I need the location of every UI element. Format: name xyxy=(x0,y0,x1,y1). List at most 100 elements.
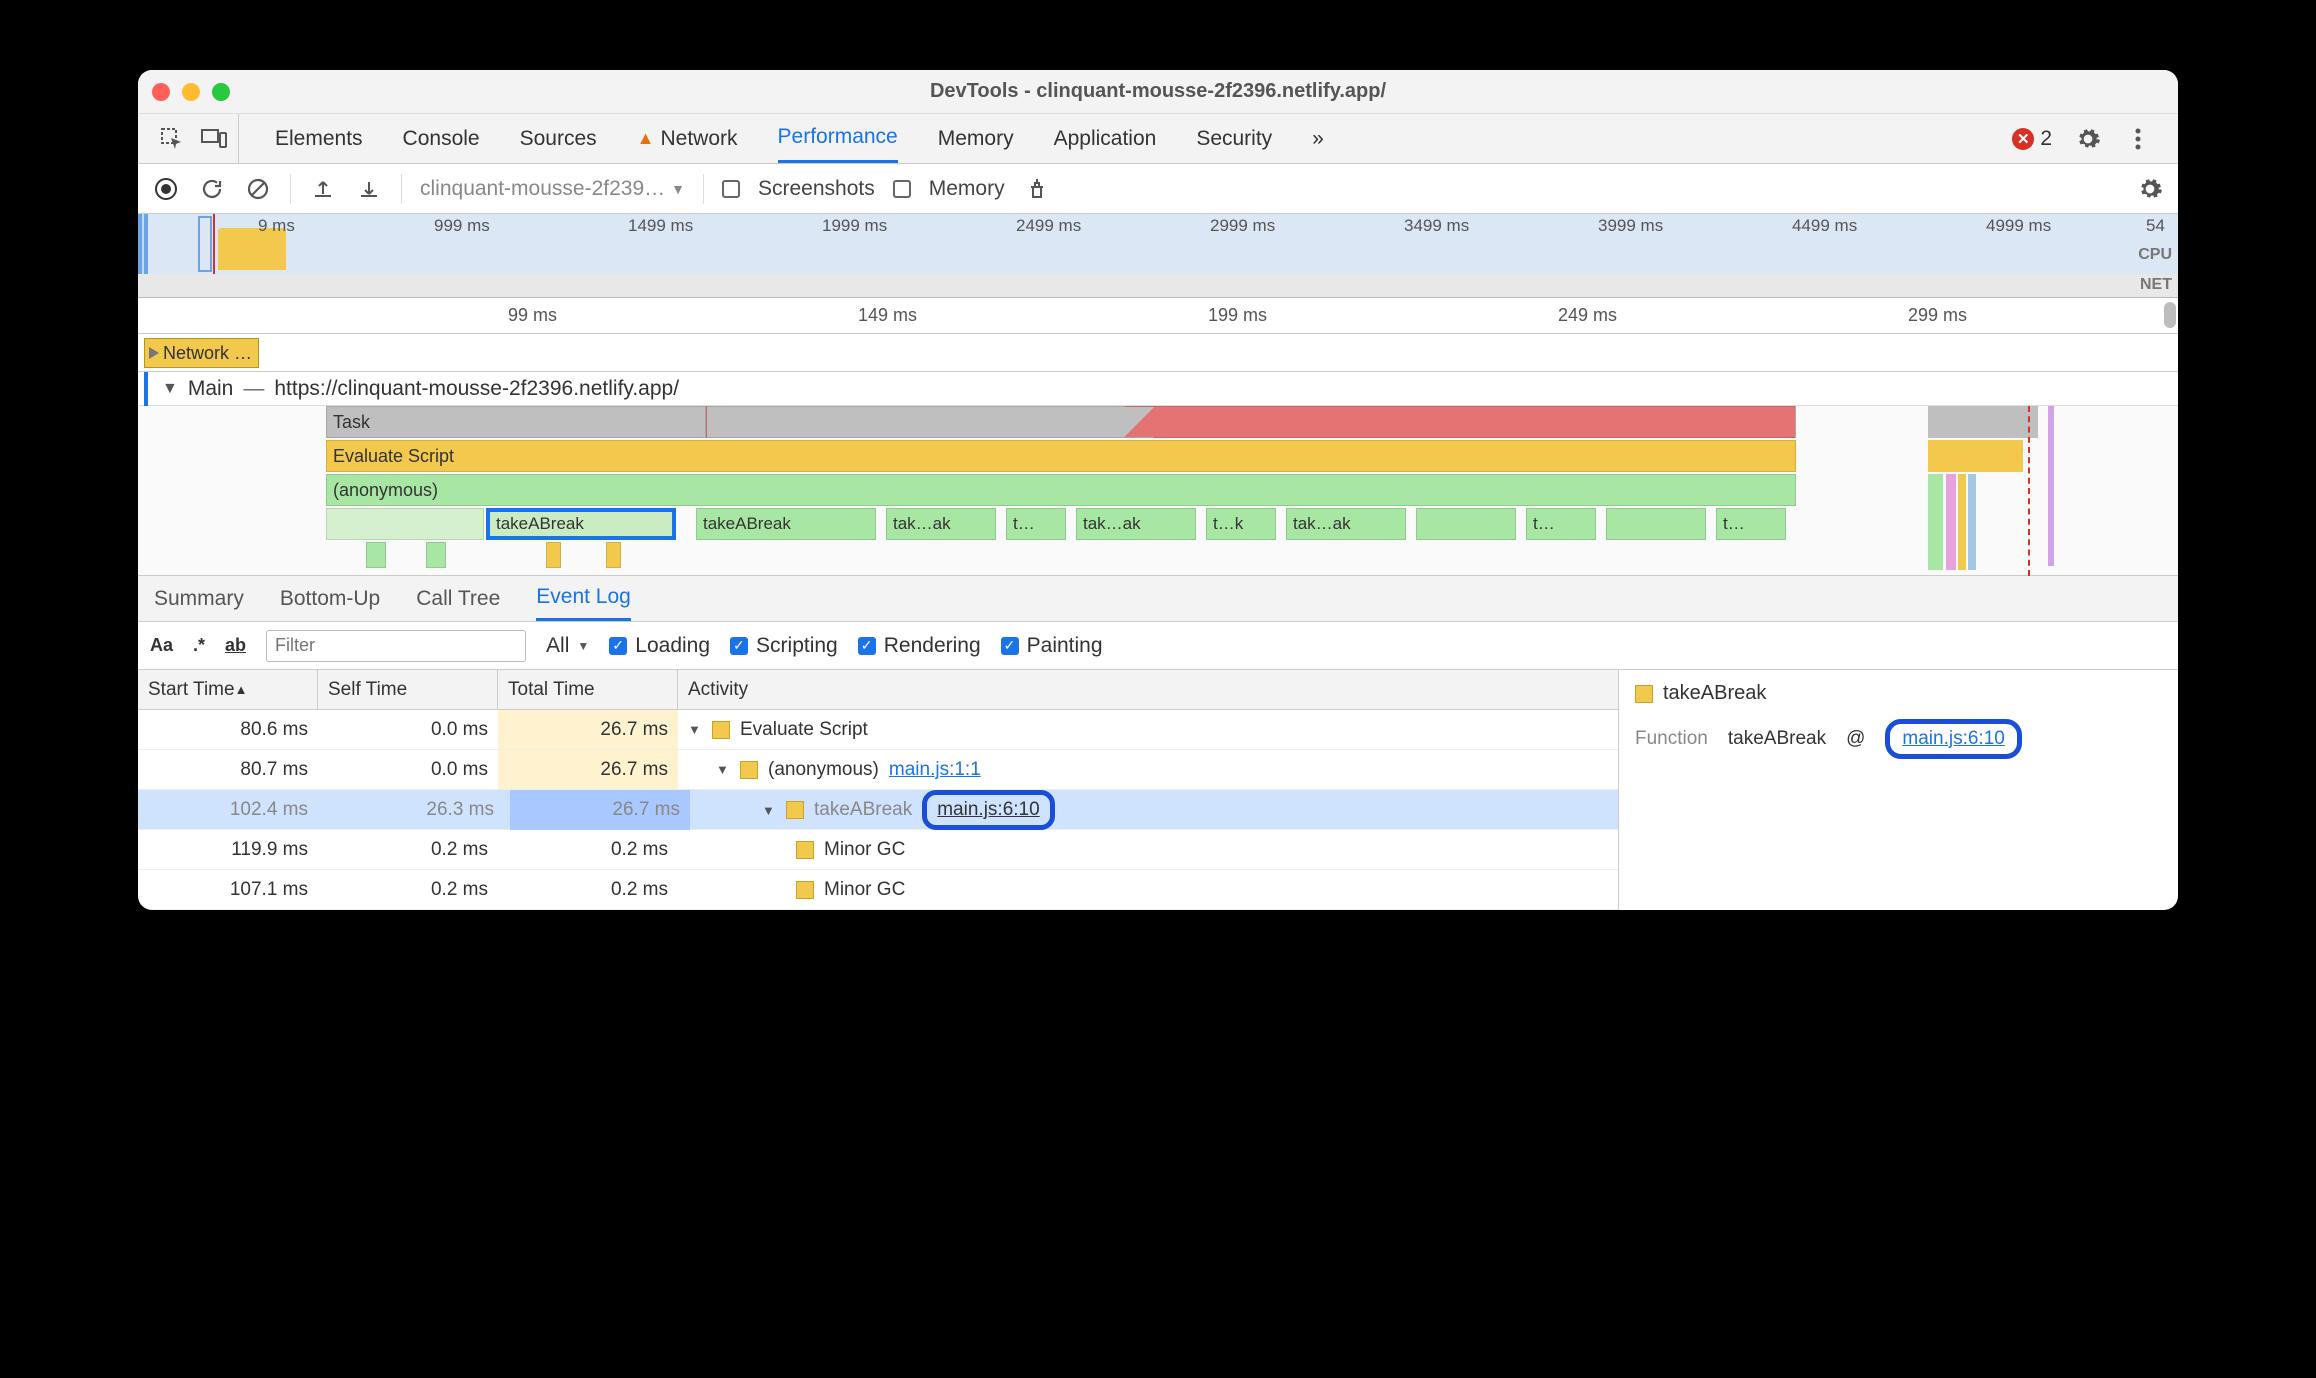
flame-slice[interactable] xyxy=(1928,474,1943,570)
subtab-bottom-up[interactable]: Bottom-Up xyxy=(280,577,380,621)
scripting-checkbox[interactable] xyxy=(730,637,748,655)
col-total-time[interactable]: Total Time xyxy=(498,670,678,709)
event-row[interactable]: 80.6 ms0.0 ms26.7 ms▼Evaluate Script xyxy=(138,710,1618,750)
flame-task-long-bar[interactable] xyxy=(706,406,1796,438)
flame-slice[interactable] xyxy=(2048,406,2054,566)
disclosure-triangle-icon[interactable]: ▼ xyxy=(688,722,702,737)
flame-slice[interactable] xyxy=(1968,474,1976,570)
garbage-collect-icon[interactable] xyxy=(1023,175,1051,203)
kebab-menu-icon[interactable] xyxy=(2124,125,2152,153)
flame-slice[interactable] xyxy=(1928,406,2038,438)
flame-fn-bar[interactable]: t… xyxy=(1006,508,1066,540)
overview-timeline[interactable]: 9 ms 999 ms 1499 ms 1999 ms 2499 ms 2999… xyxy=(138,214,2178,298)
network-track[interactable]: Network … xyxy=(138,334,2178,372)
rendering-checkbox[interactable] xyxy=(858,637,876,655)
activity-label: (anonymous) xyxy=(768,759,879,781)
flame-anonymous-bar[interactable]: (anonymous) xyxy=(326,474,1796,506)
flame-fn-bar[interactable]: t… xyxy=(1526,508,1596,540)
tab-sources[interactable]: Sources xyxy=(520,115,597,163)
flame-fn-bar[interactable]: takeABreak xyxy=(696,508,876,540)
inspect-element-icon[interactable] xyxy=(158,125,186,153)
disclosure-triangle-icon[interactable]: ▼ xyxy=(716,762,730,777)
memory-checkbox[interactable] xyxy=(893,180,911,198)
whole-word-toggle[interactable]: ab xyxy=(225,635,246,656)
tab-elements[interactable]: Elements xyxy=(275,115,363,163)
device-toolbar-icon[interactable] xyxy=(200,125,228,153)
tab-console[interactable]: Console xyxy=(403,115,480,163)
subtab-summary[interactable]: Summary xyxy=(154,577,244,621)
eventlog-split: Start Time Self Time Total Time Activity… xyxy=(138,670,2178,910)
flame-slice[interactable] xyxy=(1946,474,1956,570)
subtab-call-tree[interactable]: Call Tree xyxy=(416,577,500,621)
flame-chart[interactable]: Task Evaluate Script (anonymous) takeABr… xyxy=(138,406,2178,576)
flame-micro-bar[interactable] xyxy=(606,542,621,568)
capture-settings-icon[interactable] xyxy=(2136,175,2164,203)
filter-input[interactable] xyxy=(266,630,526,662)
download-profile-icon[interactable] xyxy=(355,175,383,203)
event-row[interactable]: 119.9 ms0.2 ms0.2 msMinor GC xyxy=(138,830,1618,870)
flame-micro-bar[interactable] xyxy=(426,542,446,568)
flame-evaluate-script-bar[interactable]: Evaluate Script xyxy=(326,440,1796,472)
details-title: takeABreak xyxy=(1663,682,1766,705)
overview-tick: 1499 ms xyxy=(628,216,693,236)
details-source-link[interactable]: main.js:6:10 xyxy=(1902,728,2004,749)
vertical-scrollbar[interactable] xyxy=(2164,302,2176,328)
match-case-toggle[interactable]: Aa xyxy=(150,635,173,656)
subtab-event-log[interactable]: Event Log xyxy=(536,577,631,621)
dropdown-arrow-icon: ▼ xyxy=(671,181,685,197)
flame-fn-bar[interactable]: tak…ak xyxy=(886,508,996,540)
source-link[interactable]: main.js:6:10 xyxy=(922,790,1054,830)
tab-network[interactable]: ▲ Network xyxy=(637,115,738,163)
disclosure-triangle-icon[interactable]: ▼ xyxy=(162,380,178,398)
col-activity[interactable]: Activity xyxy=(678,670,1618,709)
event-row[interactable]: 107.1 ms0.2 ms0.2 msMinor GC xyxy=(138,870,1618,910)
detail-ruler[interactable]: 99 ms 149 ms 199 ms 249 ms 299 ms xyxy=(138,298,2178,334)
flame-fn-selected[interactable]: takeABreak xyxy=(486,508,676,540)
flame-micro-bar[interactable] xyxy=(546,542,561,568)
flame-fn-bar[interactable]: t…k xyxy=(1206,508,1276,540)
tab-performance[interactable]: Performance xyxy=(778,115,898,163)
loading-checkbox[interactable] xyxy=(609,637,627,655)
col-start-time[interactable]: Start Time xyxy=(138,670,318,709)
tab-security[interactable]: Security xyxy=(1196,115,1272,163)
flame-fn-bar[interactable] xyxy=(1416,508,1516,540)
main-tabstrip: Elements Console Sources ▲ Network Perfo… xyxy=(138,114,2178,164)
flame-fn-bar[interactable]: tak…ak xyxy=(1076,508,1196,540)
settings-gear-icon[interactable] xyxy=(2074,125,2102,153)
clear-button[interactable] xyxy=(244,175,272,203)
flame-micro-bar[interactable] xyxy=(366,542,386,568)
screenshots-checkbox[interactable] xyxy=(722,180,740,198)
flame-slice[interactable] xyxy=(1928,440,2023,472)
event-row[interactable]: 80.7 ms0.0 ms26.7 ms▼(anonymous)main.js:… xyxy=(138,750,1618,790)
main-track-header[interactable]: ▼ Main — https://clinquant-mousse-2f2396… xyxy=(138,372,2178,406)
overview-left-handle[interactable] xyxy=(138,214,148,274)
overview-selection-box[interactable] xyxy=(198,216,212,272)
painting-checkbox[interactable] xyxy=(1001,637,1019,655)
network-track-header[interactable]: Network … xyxy=(144,338,259,368)
tab-more[interactable]: » xyxy=(1312,115,1324,163)
error-badge[interactable]: ✕ 2 xyxy=(2012,127,2052,151)
flame-fn-bar[interactable] xyxy=(1606,508,1706,540)
regex-toggle[interactable]: .* xyxy=(193,635,205,656)
titlebar: DevTools - clinquant-mousse-2f2396.netli… xyxy=(138,70,2178,114)
flame-fn-bar[interactable] xyxy=(326,508,484,540)
profile-select[interactable]: clinquant-mousse-2f239… ▼ xyxy=(420,177,685,201)
cell-total: 0.2 ms xyxy=(498,870,678,909)
tab-memory[interactable]: Memory xyxy=(938,115,1014,163)
flame-task-bar[interactable]: Task xyxy=(326,406,706,438)
reload-button[interactable] xyxy=(198,175,226,203)
disclosure-triangle-icon[interactable]: ▼ xyxy=(762,803,776,818)
details-function-label: Function xyxy=(1635,728,1708,750)
col-self-time[interactable]: Self Time xyxy=(318,670,498,709)
cell-activity: Minor GC xyxy=(678,830,1618,869)
flame-fn-bar[interactable]: t… xyxy=(1716,508,1786,540)
record-button[interactable] xyxy=(152,175,180,203)
event-row[interactable]: 102.4 ms26.3 ms26.7 ms▼takeABreakmain.js… xyxy=(138,790,1618,830)
flame-slice[interactable] xyxy=(1958,474,1966,570)
duration-select[interactable]: All ▼ xyxy=(546,634,589,658)
flame-fn-bar[interactable]: tak…ak xyxy=(1286,508,1406,540)
play-icon xyxy=(149,347,159,359)
source-link[interactable]: main.js:1:1 xyxy=(889,759,991,781)
upload-profile-icon[interactable] xyxy=(309,175,337,203)
tab-application[interactable]: Application xyxy=(1054,115,1157,163)
